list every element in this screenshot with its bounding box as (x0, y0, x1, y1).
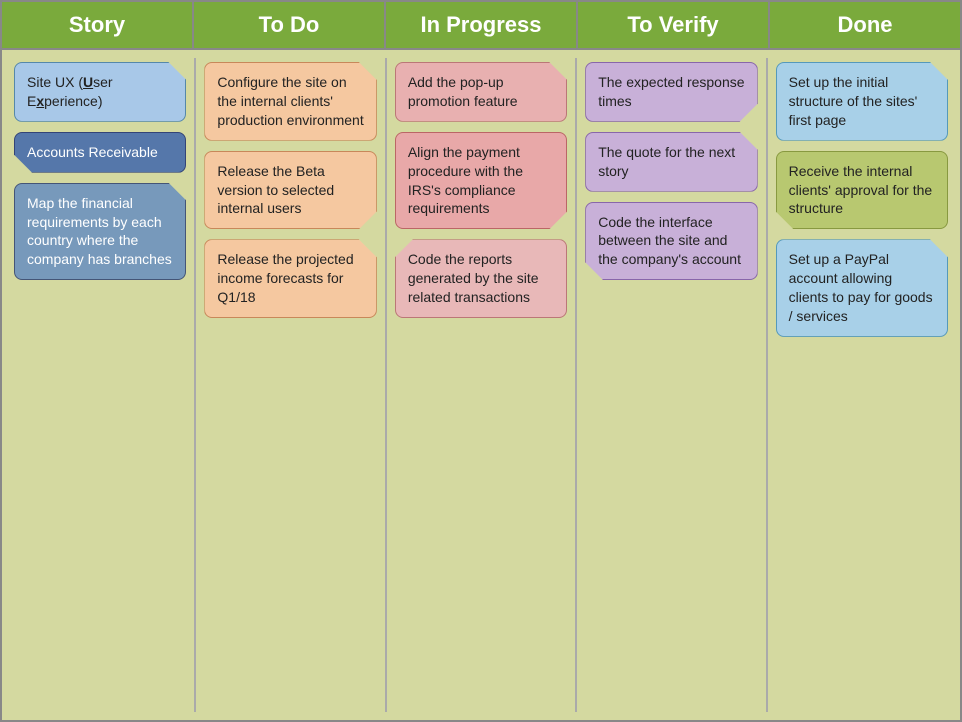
card-story-map[interactable]: Map the financial requirements by each c… (14, 183, 186, 281)
header-story: Story (2, 2, 194, 50)
column-toverify: The expected response times The quote fo… (577, 58, 767, 712)
card-verify-2[interactable]: The quote for the next story (585, 132, 757, 192)
card-text: Align the payment procedure with the IRS… (408, 144, 523, 217)
card-text: Accounts Receivable (27, 144, 158, 160)
card-text: Receive the internal clients' approval f… (789, 163, 933, 217)
card-text: The quote for the next story (598, 144, 735, 179)
card-text: Map the financial requirements by each c… (27, 195, 172, 268)
header-row: Story To Do In Progress To Verify Done (2, 2, 960, 50)
body-row: Site UX (User Experience) Accounts Recei… (2, 50, 960, 720)
card-text: Site UX (User Experience) (27, 74, 113, 109)
column-story: Site UX (User Experience) Accounts Recei… (6, 58, 196, 712)
card-story-ar[interactable]: Accounts Receivable (14, 132, 186, 173)
header-inprogress: In Progress (386, 2, 578, 50)
card-todo-3[interactable]: Release the projected income forecasts f… (204, 239, 376, 318)
card-verify-1[interactable]: The expected response times (585, 62, 757, 122)
header-done: Done (770, 2, 960, 50)
card-todo-1[interactable]: Configure the site on the internal clien… (204, 62, 376, 141)
kanban-board: Story To Do In Progress To Verify Done S… (0, 0, 962, 722)
card-story-ux[interactable]: Site UX (User Experience) (14, 62, 186, 122)
card-text: Configure the site on the internal clien… (217, 74, 363, 128)
card-done-1[interactable]: Set up the initial structure of the site… (776, 62, 948, 141)
column-done: Set up the initial structure of the site… (768, 58, 956, 712)
card-todo-2[interactable]: Release the Beta version to selected int… (204, 151, 376, 230)
card-inprog-2[interactable]: Align the payment procedure with the IRS… (395, 132, 567, 230)
column-todo: Configure the site on the internal clien… (196, 58, 386, 712)
column-inprogress: Add the pop-up promotion feature Align t… (387, 58, 577, 712)
card-done-3[interactable]: Set up a PayPal account allowing clients… (776, 239, 948, 337)
card-text: Code the reports generated by the site r… (408, 251, 539, 305)
card-text: Code the interface between the site and … (598, 214, 741, 268)
card-text: Release the Beta version to selected int… (217, 163, 334, 217)
card-text: Set up a PayPal account allowing clients… (789, 251, 933, 324)
card-verify-3[interactable]: Code the interface between the site and … (585, 202, 757, 281)
card-text: Release the projected income forecasts f… (217, 251, 353, 305)
header-toverify: To Verify (578, 2, 770, 50)
card-inprog-1[interactable]: Add the pop-up promotion feature (395, 62, 567, 122)
card-inprog-3[interactable]: Code the reports generated by the site r… (395, 239, 567, 318)
card-text: Add the pop-up promotion feature (408, 74, 518, 109)
card-text: The expected response times (598, 74, 744, 109)
header-todo: To Do (194, 2, 386, 50)
card-done-2[interactable]: Receive the internal clients' approval f… (776, 151, 948, 230)
card-text: Set up the initial structure of the site… (789, 74, 918, 128)
